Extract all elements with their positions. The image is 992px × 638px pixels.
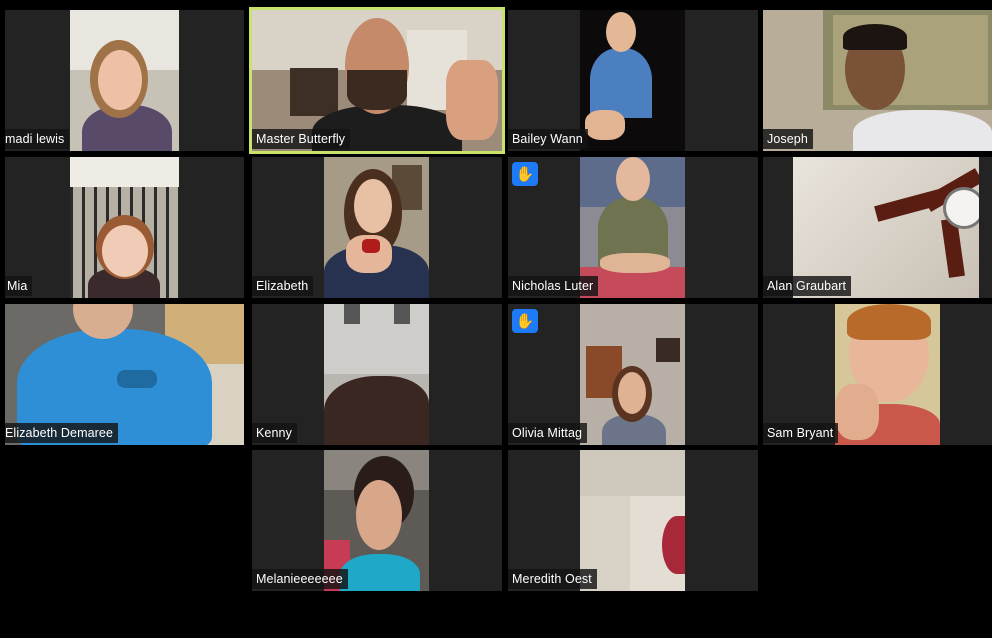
participant-name: Alan Graubart (763, 276, 852, 296)
video-feed (70, 157, 179, 298)
raise-hand-icon: ✋ (512, 309, 538, 333)
participant-name: Meredith Oest (508, 569, 597, 589)
participant-tile-alan-graubart[interactable]: Alan Graubart (763, 157, 992, 298)
participant-name: Olivia Mittag (508, 423, 588, 443)
video-feed (324, 304, 429, 445)
participant-tile-mia[interactable]: Mia (5, 157, 244, 298)
participant-name: Kenny (252, 423, 297, 443)
participant-tile-meredith-oest[interactable]: Meredith Oest (508, 450, 758, 591)
participant-tile-joseph[interactable]: Joseph (763, 10, 992, 151)
participant-tile-bailey-wann[interactable]: Bailey Wann (508, 10, 758, 151)
participant-tile-madi-lewis[interactable]: madi lewis (5, 10, 244, 151)
participant-name: Melanieeeeeee (252, 569, 348, 589)
video-feed (835, 304, 940, 445)
participant-tile-master-butterfly[interactable]: Master Butterfly (249, 7, 505, 154)
participant-name: Elizabeth Demaree (5, 423, 119, 443)
participant-name: madi lewis (5, 129, 70, 149)
participant-name: Nicholas Luter (508, 276, 599, 296)
participant-tile-kenny[interactable]: Kenny (252, 304, 502, 445)
video-feed (324, 157, 429, 298)
participant-name: Elizabeth (252, 276, 314, 296)
participant-tile-nicholas-luter[interactable]: ✋ Nicholas Luter (508, 157, 758, 298)
video-feed (70, 10, 179, 151)
participant-name: Bailey Wann (508, 129, 588, 149)
participant-name: Sam Bryant (763, 423, 839, 443)
participant-name: Master Butterfly (252, 129, 351, 149)
participant-tile-olivia-mittag[interactable]: ✋ Olivia Mittag (508, 304, 758, 445)
participant-tile-melanieeeeeee[interactable]: Melanieeeeeee (252, 450, 502, 591)
participant-tile-elizabeth[interactable]: Elizabeth (252, 157, 502, 298)
participant-tile-elizabeth-demaree[interactable]: Elizabeth Demaree (5, 304, 244, 445)
participant-name: Joseph (763, 129, 813, 149)
video-feed (580, 304, 685, 445)
participant-name: Mia (5, 276, 33, 296)
participant-tile-sam-bryant[interactable]: Sam Bryant (763, 304, 992, 445)
raise-hand-icon: ✋ (512, 162, 538, 186)
video-feed (580, 10, 685, 151)
